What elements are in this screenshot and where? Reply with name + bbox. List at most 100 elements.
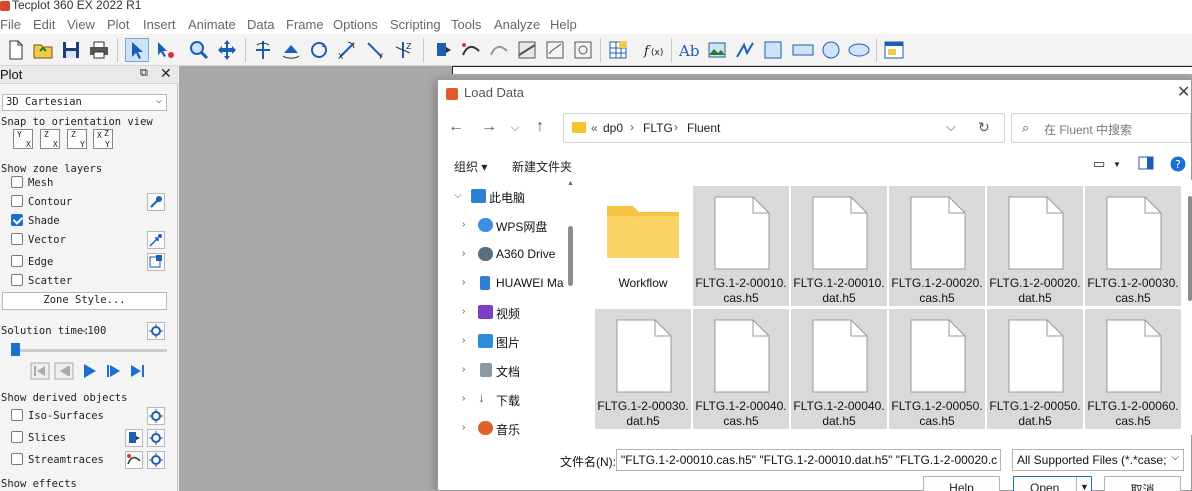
collapse-chevron-icon[interactable]: › — [462, 277, 465, 288]
menu-view[interactable]: View — [67, 17, 95, 32]
plot-type-select[interactable]: 3D Cartesian ⌵ — [2, 94, 167, 111]
streamtrace-icon[interactable] — [459, 38, 483, 62]
translate-icon[interactable] — [215, 38, 239, 62]
selector-arrow-icon[interactable] — [125, 38, 149, 62]
snap-view-zx-button[interactable]: ZX — [40, 129, 60, 149]
new-folder-button[interactable]: 新建文件夹 — [512, 158, 572, 175]
rotate-spherical-icon[interactable] — [279, 38, 303, 62]
streamtrace-line-icon[interactable] — [487, 38, 511, 62]
nav-item-a360-drive[interactable]: › A360 Drive — [438, 241, 576, 269]
menu-plot[interactable]: Plot — [107, 17, 129, 32]
isosurface-icon[interactable] — [571, 38, 595, 62]
next-frame-button[interactable] — [103, 362, 123, 380]
slice-icon[interactable] — [515, 38, 539, 62]
file-item[interactable]: FLTG.1-2-00020.dat.h5 — [987, 186, 1083, 306]
collapse-chevron-icon[interactable]: › — [462, 422, 465, 433]
nav-item-videos[interactable]: › 视频 — [438, 299, 576, 327]
iso-surfaces-checkbox[interactable] — [11, 409, 23, 421]
help-button[interactable]: Help — [923, 476, 1000, 491]
navigation-scrollbar[interactable]: ▲ — [566, 180, 574, 435]
menu-options[interactable]: Options — [333, 17, 378, 32]
open-folder-icon[interactable] — [31, 38, 55, 62]
scrollbar-thumb[interactable] — [568, 226, 573, 286]
plot-frame[interactable] — [452, 66, 1192, 74]
help-icon[interactable]: ? — [1170, 156, 1186, 175]
last-frame-button[interactable] — [128, 362, 148, 380]
menu-scripting[interactable]: Scripting — [390, 17, 441, 32]
streamtraces-checkbox[interactable] — [11, 453, 23, 465]
adjustor-arrow-icon[interactable] — [153, 38, 177, 62]
collapse-chevron-icon[interactable]: › — [462, 335, 465, 346]
streamtrace-tool-icon[interactable] — [125, 451, 143, 469]
breadcrumb-fluent[interactable]: Fluent — [687, 121, 720, 135]
contour-checkbox[interactable] — [11, 195, 23, 207]
menu-insert[interactable]: Insert — [143, 17, 176, 32]
collapse-chevron-icon[interactable]: › — [462, 248, 465, 259]
function-icon[interactable]: f (x) — [641, 38, 665, 62]
recent-locations-icon[interactable]: ⌵ — [511, 122, 519, 135]
nav-item-this-pc[interactable]: ⌵ 此电脑 — [438, 183, 576, 211]
solution-time-slider[interactable] — [11, 343, 20, 356]
new-file-icon[interactable] — [4, 38, 28, 62]
view-mode-icon[interactable]: ▭ — [1093, 156, 1105, 172]
search-input[interactable]: 在 Fluent 中搜索 — [1044, 121, 1132, 138]
snap-view-yx-button[interactable]: YX — [13, 129, 33, 149]
slices-settings-icon[interactable] — [147, 429, 165, 447]
zoom-icon[interactable] — [187, 38, 211, 62]
nav-item-documents[interactable]: › 文档 — [438, 357, 576, 385]
rotate-x-icon[interactable]: X — [335, 38, 359, 62]
collapse-chevron-icon[interactable]: › — [462, 393, 465, 404]
streamtraces-settings-icon[interactable] — [147, 451, 165, 469]
pin-icon[interactable]: ⧉ — [140, 67, 148, 80]
rectangle-tool-icon[interactable] — [791, 38, 815, 62]
menu-analyze[interactable]: Analyze — [494, 17, 540, 32]
nav-item-downloads[interactable]: › ↓ 下载 — [438, 386, 576, 414]
nav-item-huawei[interactable]: › HUAWEI Mat — [438, 270, 576, 298]
square-tool-icon[interactable] — [761, 38, 785, 62]
collapse-chevron-icon[interactable]: › — [462, 306, 465, 317]
file-item[interactable]: FLTG.1-2-00060.cas.h5 — [1085, 309, 1181, 429]
rotate-rollerball-icon[interactable] — [307, 38, 331, 62]
print-icon[interactable] — [87, 38, 111, 62]
scatter-checkbox[interactable] — [11, 274, 23, 286]
breadcrumb-overflow[interactable]: « — [591, 121, 598, 135]
file-item[interactable]: FLTG.1-2-00030.dat.h5 — [595, 309, 691, 429]
chevron-down-icon[interactable]: ⌵ — [946, 119, 956, 135]
contour-settings-icon[interactable] — [147, 193, 165, 211]
contour-line-icon[interactable] — [543, 38, 567, 62]
circle-tool-icon[interactable] — [819, 38, 843, 62]
menu-animate[interactable]: Animate — [188, 17, 236, 32]
nav-item-music[interactable]: › 音乐 — [438, 415, 576, 443]
folder-item-workflow[interactable]: Workflow — [595, 186, 691, 306]
solution-time-settings-icon[interactable] — [147, 322, 165, 340]
menu-help[interactable]: Help — [550, 17, 577, 32]
frame-icon[interactable] — [882, 38, 906, 62]
edge-checkbox[interactable] — [11, 255, 23, 267]
text-tool-icon[interactable]: Ab — [677, 38, 701, 62]
vector-settings-icon[interactable] — [147, 231, 165, 249]
rotate-y-icon[interactable]: Y — [363, 38, 387, 62]
rotate-z-icon[interactable]: Z — [391, 38, 415, 62]
file-item[interactable]: FLTG.1-2-00010.cas.h5 — [693, 186, 789, 306]
file-type-select[interactable]: All Supported Files (*.*case;*. ⌵ — [1012, 449, 1184, 471]
expand-chevron-icon[interactable]: ⌵ — [454, 190, 462, 201]
previous-frame-button[interactable] — [54, 362, 74, 380]
file-item[interactable]: FLTG.1-2-00050.cas.h5 — [889, 309, 985, 429]
collapse-chevron-icon[interactable]: › — [462, 219, 465, 230]
play-button[interactable] — [79, 362, 99, 380]
slices-checkbox[interactable] — [11, 431, 23, 443]
menu-edit[interactable]: Edit — [33, 17, 55, 32]
probe-icon[interactable] — [431, 38, 455, 62]
first-frame-button[interactable] — [30, 362, 50, 380]
slice-tool-icon[interactable] — [125, 429, 143, 447]
file-item[interactable]: FLTG.1-2-00020.cas.h5 — [889, 186, 985, 306]
ellipse-tool-icon[interactable] — [847, 38, 871, 62]
address-bar[interactable]: « dp0 › FLTG › Fluent ⌵ ↻ — [563, 113, 1005, 143]
close-icon[interactable]: ✕ — [160, 65, 172, 82]
polyline-tool-icon[interactable] — [733, 38, 757, 62]
menu-data[interactable]: Data — [247, 17, 274, 32]
shade-checkbox[interactable] — [11, 214, 23, 226]
grid-edit-icon[interactable] — [606, 38, 630, 62]
menu-tools[interactable]: Tools — [451, 17, 481, 32]
open-button[interactable]: Open ▼ — [1013, 476, 1092, 491]
